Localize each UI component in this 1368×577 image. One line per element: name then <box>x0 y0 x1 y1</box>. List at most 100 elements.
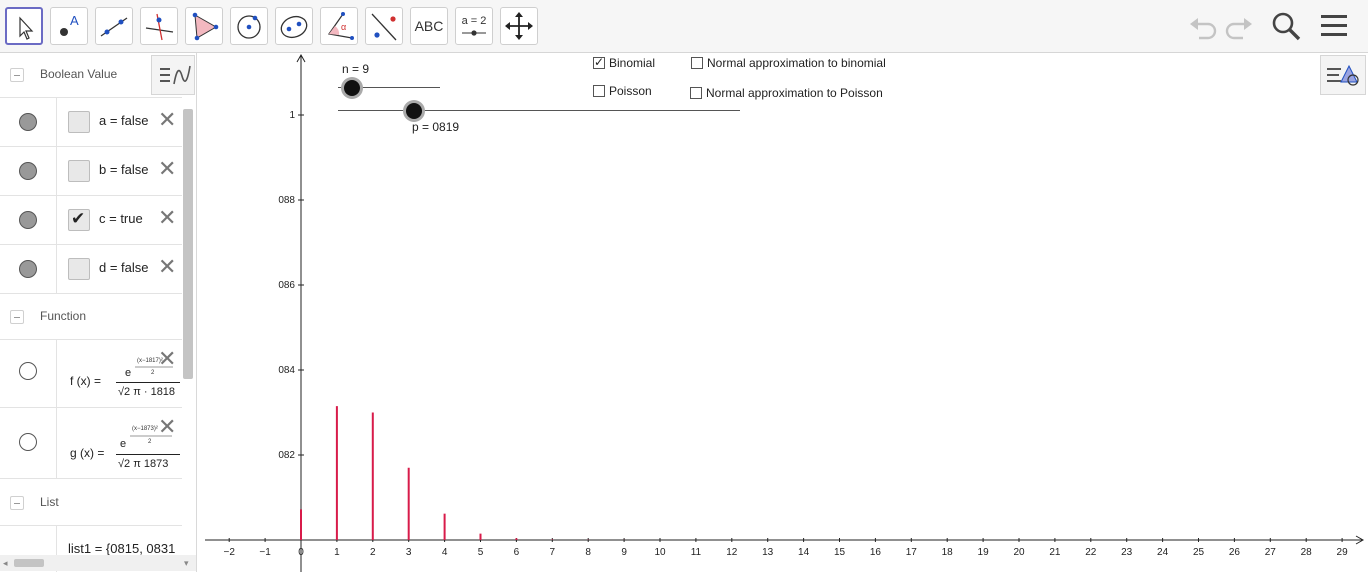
x-tick-label: 21 <box>1049 547 1061 558</box>
slider-n-handle[interactable] <box>344 80 360 96</box>
x-tick-label: 18 <box>942 547 954 558</box>
horizontal-scrollbar[interactable]: ◂ ▾ <box>0 555 196 571</box>
svg-text:2: 2 <box>148 439 152 445</box>
list-item-g: g (x) = e (x−1873)² 2 √2 π 1873 ✕ <box>0 408 182 479</box>
algebra-style-button[interactable] <box>151 55 195 95</box>
checkbox-box[interactable] <box>691 57 703 69</box>
undo-icon[interactable] <box>1186 10 1218 42</box>
normal-approx-poisson-checkbox[interactable]: Normal approximation to Poisson <box>690 86 883 100</box>
circle-tool[interactable] <box>230 7 268 45</box>
graphics-canvas[interactable]: −2 −1 0 1 2 3 4 5 6 7 8 9 10 11 12 13 14 15 16 17 18 19 20 21 22… <box>197 53 1368 572</box>
x-tick-label: 15 <box>834 547 846 558</box>
polygon-tool[interactable] <box>185 7 223 45</box>
point-tool[interactable]: A <box>50 7 88 45</box>
marker-cell <box>0 98 57 146</box>
checkbox-d[interactable] <box>68 258 90 280</box>
slider-tool[interactable]: a = 2 <box>455 7 493 45</box>
checkbox-c[interactable] <box>68 209 90 231</box>
boolean-text[interactable]: b = false <box>99 162 149 177</box>
scrollbar-thumb[interactable] <box>14 559 44 567</box>
svg-text:2: 2 <box>151 370 155 376</box>
toolbar: A α ABC a = 2 <box>0 0 1368 53</box>
checkbox-b[interactable] <box>68 160 90 182</box>
x-tick-label: 20 <box>1013 547 1025 558</box>
vertical-scrollbar[interactable] <box>183 109 193 379</box>
angle-tool-icon: α <box>327 12 354 40</box>
visibility-toggle[interactable] <box>19 433 37 451</box>
list-item-f: f (x) = e (x−1817)² 2 √2 π · 1818 ✕ <box>0 340 182 408</box>
marker-cell <box>0 147 57 195</box>
perpendicular-line-tool[interactable] <box>140 7 178 45</box>
checkbox-a[interactable] <box>68 111 90 133</box>
x-tick-label: 4 <box>442 547 448 558</box>
collapse-icon[interactable] <box>10 310 24 324</box>
algebra-style-icon <box>160 65 191 85</box>
delete-icon[interactable]: ✕ <box>158 348 176 370</box>
delete-icon[interactable]: ✕ <box>158 416 176 438</box>
move-tool[interactable] <box>5 7 43 45</box>
checkbox-box[interactable] <box>593 55 605 69</box>
group-header-list[interactable]: List <box>0 481 182 526</box>
reflect-tool-icon <box>371 13 397 41</box>
checkbox-label: Normal approximation to Poisson <box>706 86 883 100</box>
y-tick-label: 082 <box>278 450 295 461</box>
checkbox-box[interactable] <box>593 85 605 97</box>
checkbox-box[interactable] <box>690 87 702 99</box>
text-tool[interactable]: ABC <box>410 7 448 45</box>
redo-icon[interactable] <box>1224 10 1256 42</box>
perpendicular-line-tool-icon <box>145 13 174 41</box>
delete-icon[interactable]: ✕ <box>158 109 176 131</box>
polygon-tool-icon <box>192 12 219 41</box>
scroll-down-icon[interactable]: ▾ <box>184 558 189 569</box>
boolean-text[interactable]: a = false <box>99 113 149 128</box>
boolean-text[interactable]: d = false <box>99 260 149 275</box>
x-tick-label: 24 <box>1157 547 1169 558</box>
function-denominator: √2 π 1873 <box>118 458 169 470</box>
graphics-view[interactable]: −2 −1 0 1 2 3 4 5 6 7 8 9 10 11 12 13 14 15 16 17 18 19 20 21 22… <box>197 53 1368 572</box>
y-tick-label: 084 <box>278 365 295 376</box>
move-tool-icon <box>19 16 34 40</box>
svg-text:(x−1873)²: (x−1873)² <box>132 426 158 432</box>
x-tick-label: 1 <box>334 547 340 558</box>
line-tool[interactable] <box>95 7 133 45</box>
x-tick-label: 5 <box>478 547 484 558</box>
function-lhs[interactable]: g (x) = <box>70 446 104 460</box>
fraction-bar <box>116 382 180 383</box>
scroll-left-icon[interactable]: ◂ <box>3 558 8 569</box>
svg-text:A: A <box>70 13 79 28</box>
angle-tool[interactable]: α <box>320 7 358 45</box>
delete-icon[interactable]: ✕ <box>158 207 176 229</box>
reflect-tool[interactable] <box>365 7 403 45</box>
search-icon[interactable] <box>1270 10 1302 42</box>
function-numerator: e <box>120 438 127 450</box>
x-tick-label: 19 <box>978 547 990 558</box>
move-graphics-view-tool[interactable] <box>500 7 538 45</box>
function-lhs[interactable]: f (x) = <box>70 374 101 388</box>
list-text[interactable]: list1 = {0815, 0831 <box>68 541 175 556</box>
x-tick-label: 13 <box>762 547 774 558</box>
x-tick-label: 6 <box>514 547 520 558</box>
line-tool-icon <box>100 17 128 37</box>
group-header-function[interactable]: Function <box>0 295 182 340</box>
slider-p-track[interactable] <box>338 110 740 111</box>
graphics-style-button[interactable] <box>1320 55 1366 95</box>
delete-icon[interactable]: ✕ <box>158 256 176 278</box>
collapse-icon[interactable] <box>10 496 24 510</box>
slider-p-handle[interactable] <box>406 103 422 119</box>
delete-icon[interactable]: ✕ <box>158 158 176 180</box>
visibility-toggle[interactable] <box>19 162 37 180</box>
binomial-checkbox[interactable]: Binomial <box>593 55 655 70</box>
visibility-toggle[interactable] <box>19 113 37 131</box>
poisson-checkbox[interactable]: Poisson <box>593 84 652 98</box>
visibility-toggle[interactable] <box>19 362 37 380</box>
visibility-toggle[interactable] <box>19 211 37 229</box>
ellipse-tool[interactable] <box>275 7 313 45</box>
collapse-icon[interactable] <box>10 68 24 82</box>
normal-approx-binomial-checkbox[interactable]: Normal approximation to binomial <box>691 56 886 70</box>
menu-icon[interactable] <box>1318 10 1350 42</box>
boolean-text[interactable]: c = true <box>99 211 143 226</box>
visibility-toggle[interactable] <box>19 260 37 278</box>
move-graphics-view-tool-icon <box>505 12 533 40</box>
circle-tool-icon <box>237 15 261 39</box>
x-tick-label: 27 <box>1265 547 1277 558</box>
